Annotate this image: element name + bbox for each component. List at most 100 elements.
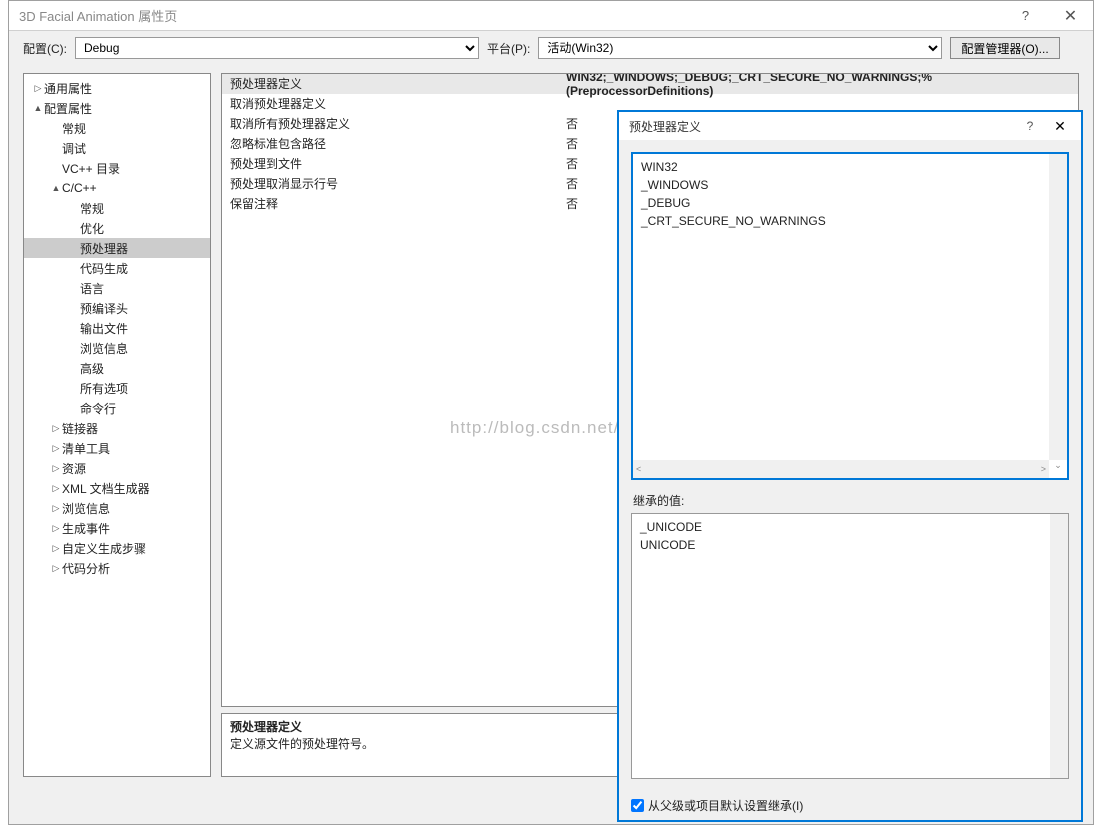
- inherited-values-box: _UNICODE UNICODE: [631, 513, 1069, 779]
- tree-item[interactable]: ▷浏览信息: [24, 498, 210, 518]
- tree-item-label: 清单工具: [62, 440, 110, 457]
- window-title: 3D Facial Animation 属性页: [19, 6, 1003, 25]
- tree-item[interactable]: ▷XML 文档生成器: [24, 478, 210, 498]
- property-name: 取消预处理器定义: [222, 95, 562, 112]
- tree-item-label: 资源: [62, 460, 86, 477]
- tree-arrow-icon: ▷: [50, 563, 62, 574]
- tree-item[interactable]: 浏览信息: [24, 338, 210, 358]
- tree-item-label: 浏览信息: [62, 500, 110, 517]
- tree-arrow-icon: ▷: [50, 443, 62, 454]
- tree-item[interactable]: ▷资源: [24, 458, 210, 478]
- tree-item[interactable]: ▲C/C++: [24, 178, 210, 198]
- tree-item-label: VC++ 目录: [62, 160, 120, 177]
- popup-body: WIN32 _WINDOWS _DEBUG _CRT_SECURE_NO_WAR…: [619, 140, 1081, 791]
- tree-item-label: 链接器: [62, 420, 98, 437]
- tree-item[interactable]: 语言: [24, 278, 210, 298]
- tree-item-label: 通用属性: [44, 80, 92, 97]
- tree-item[interactable]: 所有选项: [24, 378, 210, 398]
- tree-item[interactable]: 输出文件: [24, 318, 210, 338]
- tree-item-label: 生成事件: [62, 520, 110, 537]
- property-name: 预处理取消显示行号: [222, 175, 562, 192]
- popup-help-icon[interactable]: ?: [1015, 119, 1045, 133]
- scroll-left-icon: <: [636, 464, 641, 474]
- tree-item[interactable]: VC++ 目录: [24, 158, 210, 178]
- tree-item[interactable]: 调试: [24, 138, 210, 158]
- tree-arrow-icon: ▷: [50, 503, 62, 514]
- tree-item[interactable]: 命令行: [24, 398, 210, 418]
- help-icon[interactable]: ?: [1003, 1, 1048, 31]
- tree-item-label: 所有选项: [80, 380, 128, 397]
- property-row[interactable]: 预处理器定义WIN32;_WINDOWS;_DEBUG;_CRT_SECURE_…: [222, 74, 1078, 94]
- inherit-checkbox-label: 从父级或项目默认设置继承(I): [648, 797, 803, 814]
- tree-item[interactable]: 常规: [24, 118, 210, 138]
- tree-arrow-icon: ▷: [50, 523, 62, 534]
- platform-select[interactable]: 活动(Win32): [538, 37, 942, 59]
- inherited-text: _UNICODE UNICODE: [632, 514, 1068, 558]
- tree-arrow-icon: ▲: [32, 103, 44, 113]
- popup-titlebar: 预处理器定义 ? ✕: [619, 112, 1081, 140]
- tree-item-label: 高级: [80, 360, 104, 377]
- tree-item-label: 自定义生成步骤: [62, 540, 146, 557]
- tree-arrow-icon: ▷: [50, 463, 62, 474]
- tree-item[interactable]: 预编译头: [24, 298, 210, 318]
- tree-item[interactable]: ▷生成事件: [24, 518, 210, 538]
- tree-item[interactable]: ▷代码分析: [24, 558, 210, 578]
- tree-item[interactable]: ▷清单工具: [24, 438, 210, 458]
- tree-item[interactable]: ▷通用属性: [24, 78, 210, 98]
- inherited-vscroll[interactable]: [1050, 514, 1068, 778]
- property-name: 预处理器定义: [222, 75, 562, 92]
- tree-item-label: C/C++: [62, 181, 97, 195]
- tree-item[interactable]: 优化: [24, 218, 210, 238]
- tree-item-label: 命令行: [80, 400, 116, 417]
- definitions-text[interactable]: WIN32 _WINDOWS _DEBUG _CRT_SECURE_NO_WAR…: [633, 154, 1067, 234]
- tree-item-label: 调试: [62, 140, 86, 157]
- property-name: 忽略标准包含路径: [222, 135, 562, 152]
- tree-item-label: 代码分析: [62, 560, 110, 577]
- popup-close-icon[interactable]: ✕: [1045, 118, 1075, 135]
- inherit-checkbox[interactable]: 从父级或项目默认设置继承(I): [631, 797, 803, 814]
- definitions-editor[interactable]: WIN32 _WINDOWS _DEBUG _CRT_SECURE_NO_WAR…: [631, 152, 1069, 480]
- platform-label: 平台(P):: [487, 40, 530, 57]
- property-value[interactable]: WIN32;_WINDOWS;_DEBUG;_CRT_SECURE_NO_WAR…: [562, 73, 1078, 98]
- tree-item[interactable]: 代码生成: [24, 258, 210, 278]
- tree-item[interactable]: 常规: [24, 198, 210, 218]
- property-name: 预处理到文件: [222, 155, 562, 172]
- close-icon[interactable]: ✕: [1048, 1, 1093, 31]
- editor-hscroll[interactable]: < >: [633, 460, 1049, 478]
- inherit-checkbox-input[interactable]: [631, 799, 644, 812]
- preprocessor-popup: 预处理器定义 ? ✕ WIN32 _WINDOWS _DEBUG _CRT_SE…: [617, 110, 1083, 822]
- tree-arrow-icon: ▲: [50, 183, 62, 193]
- config-label: 配置(C):: [23, 40, 67, 57]
- tree-item-label: 语言: [80, 280, 104, 297]
- config-select[interactable]: Debug: [75, 37, 479, 59]
- popup-title: 预处理器定义: [629, 118, 1015, 135]
- tree-item[interactable]: 预处理器: [24, 238, 210, 258]
- editor-vscroll[interactable]: ⌄: [1049, 154, 1067, 460]
- tree-item-label: 配置属性: [44, 100, 92, 117]
- tree-arrow-icon: ▷: [50, 423, 62, 434]
- inherited-label: 继承的值:: [633, 492, 1069, 509]
- tree-item-label: 预处理器: [80, 240, 128, 257]
- navigation-tree[interactable]: ▷通用属性▲配置属性常规调试VC++ 目录▲C/C++常规优化预处理器代码生成语…: [23, 73, 211, 777]
- toolbar: 配置(C): Debug 平台(P): 活动(Win32) 配置管理器(O)..…: [9, 31, 1093, 65]
- tree-item[interactable]: ▷自定义生成步骤: [24, 538, 210, 558]
- tree-item-label: 优化: [80, 220, 104, 237]
- popup-bottom: 从父级或项目默认设置继承(I): [619, 791, 1081, 814]
- tree-item[interactable]: ▷链接器: [24, 418, 210, 438]
- tree-item-label: 常规: [80, 200, 104, 217]
- tree-arrow-icon: ▷: [50, 483, 62, 494]
- config-manager-button[interactable]: 配置管理器(O)...: [950, 37, 1059, 59]
- tree-item[interactable]: ▲配置属性: [24, 98, 210, 118]
- tree-item-label: 常规: [62, 120, 86, 137]
- tree-item-label: XML 文档生成器: [62, 480, 150, 497]
- tree-item[interactable]: 高级: [24, 358, 210, 378]
- tree-item-label: 代码生成: [80, 260, 128, 277]
- property-name: 保留注释: [222, 195, 562, 212]
- titlebar: 3D Facial Animation 属性页 ? ✕: [9, 1, 1093, 31]
- tree-item-label: 预编译头: [80, 300, 128, 317]
- property-name: 取消所有预处理器定义: [222, 115, 562, 132]
- scroll-right-icon: >: [1041, 464, 1046, 474]
- tree-item-label: 浏览信息: [80, 340, 128, 357]
- tree-item-label: 输出文件: [80, 320, 128, 337]
- tree-arrow-icon: ▷: [32, 83, 44, 94]
